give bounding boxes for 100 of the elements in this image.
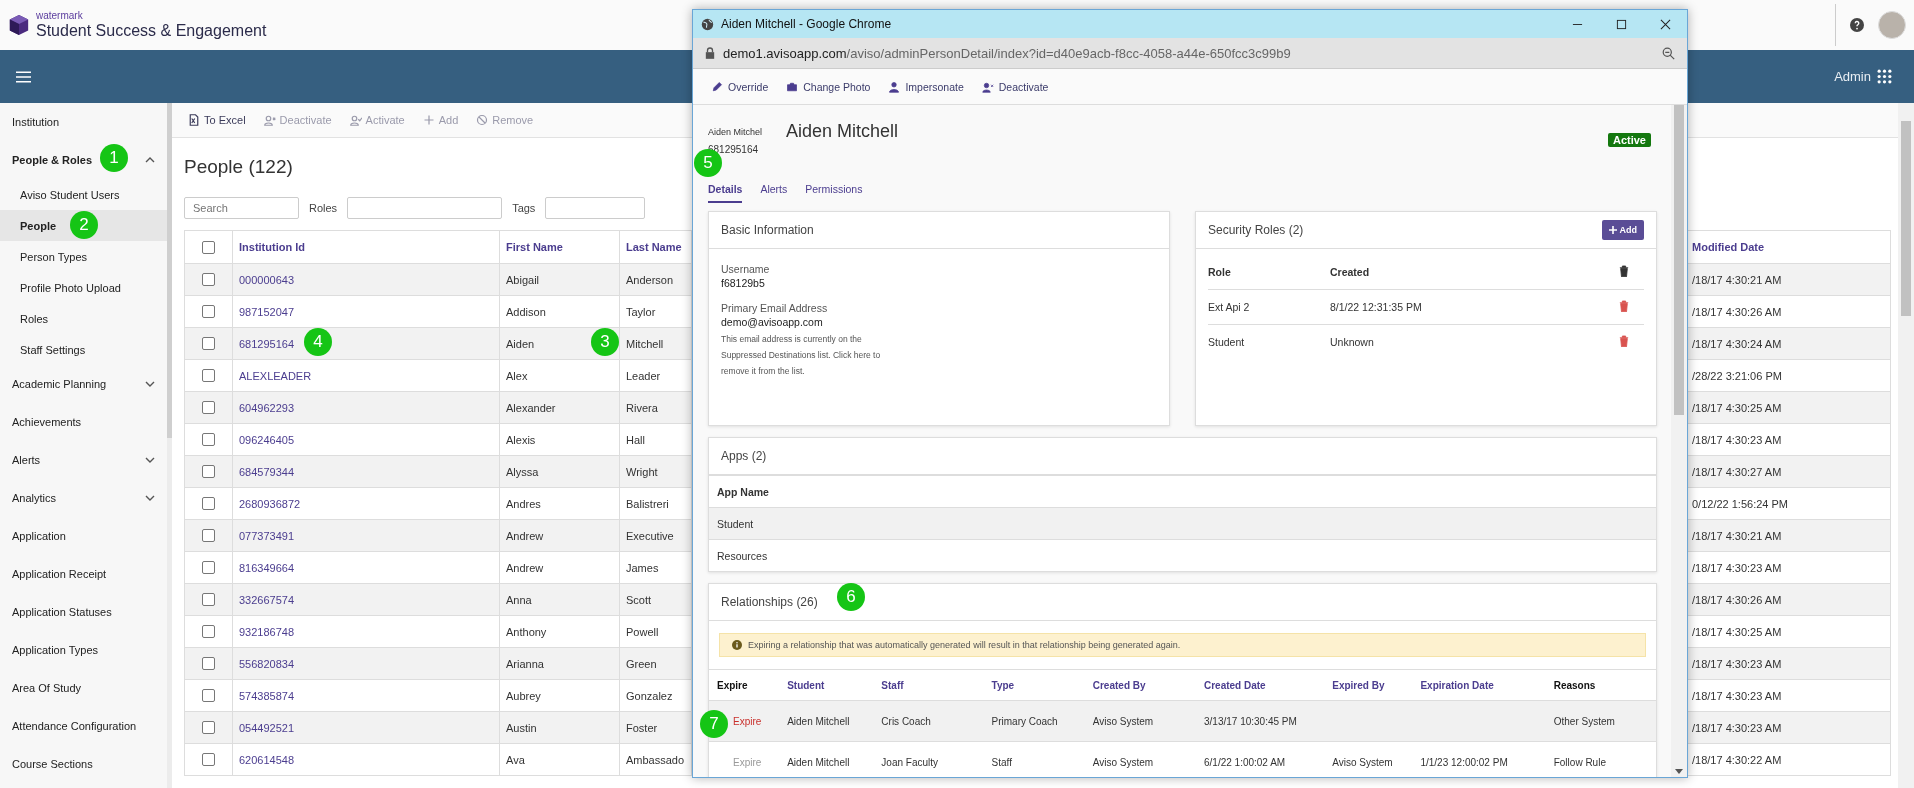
column-header[interactable]: Institution Id: [239, 241, 305, 253]
row-checkbox[interactable]: [202, 369, 215, 383]
institution-id-link[interactable]: 987152047: [239, 305, 295, 318]
help-icon[interactable]: [1850, 18, 1864, 32]
row-checkbox[interactable]: [202, 401, 215, 415]
institution-id-link[interactable]: 000000643: [239, 273, 295, 286]
institution-id-link[interactable]: 684579344: [239, 465, 295, 478]
action-button[interactable]: Impersonate: [888, 80, 964, 93]
apps-grid-icon[interactable]: [1877, 69, 1892, 84]
institution-id-link[interactable]: ALEXLEADER: [239, 369, 312, 382]
expire-link[interactable]: Expire: [733, 715, 762, 727]
sidebar-subitem[interactable]: Profile Photo Upload: [0, 272, 167, 303]
row-checkbox[interactable]: [202, 497, 215, 511]
table-cell: Hall: [626, 433, 645, 446]
institution-id-link[interactable]: 620614548: [239, 753, 295, 766]
scrollbar-thumb[interactable]: [167, 103, 172, 438]
action-button[interactable]: Deactivate: [981, 80, 1049, 93]
sidebar-item[interactable]: Area Of Study: [12, 682, 82, 694]
row-checkbox[interactable]: [202, 593, 215, 607]
action-button[interactable]: Override: [711, 80, 769, 93]
suppression-note: This email address is currently on the Suppressed Destinations list. Click here to remove it from the list.: [721, 333, 882, 378]
row-checkbox[interactable]: [202, 657, 215, 671]
sidebar-item[interactable]: Attendance Configuration: [12, 720, 137, 732]
row-checkbox[interactable]: [202, 305, 215, 319]
sidebar-item[interactable]: Course Sections: [12, 758, 93, 770]
institution-id-link[interactable]: 077373491: [239, 529, 295, 542]
institution-id-link[interactable]: 681295164: [239, 337, 295, 350]
column-header[interactable]: Student: [787, 679, 825, 691]
plus-icon: [1608, 226, 1617, 234]
user-remove-icon: [263, 114, 276, 126]
institution-id-link[interactable]: 574385874: [239, 689, 295, 702]
roles-field[interactable]: [347, 197, 503, 219]
scroll-down-arrow-icon[interactable]: [1675, 769, 1683, 774]
sidebar-subitem[interactable]: Staff Settings: [0, 334, 167, 365]
institution-id-link[interactable]: 2680936872: [239, 497, 301, 510]
row-checkbox[interactable]: [202, 625, 215, 639]
url-text[interactable]: demo1.avisoapp.com/aviso/adminPersonDetail/index?id=d40e9acb-f8cc-4058-a44e-650fcc3c99b9: [723, 45, 1291, 61]
sidebar-item[interactable]: People & Roles: [12, 154, 93, 166]
row-checkbox[interactable]: [202, 337, 215, 351]
tab[interactable]: Alerts: [760, 181, 788, 203]
close-icon: [1659, 18, 1671, 30]
institution-id-link[interactable]: 332667574: [239, 593, 295, 606]
column-header[interactable]: Created By: [1092, 679, 1146, 691]
institution-id-link[interactable]: 054492521: [239, 721, 295, 734]
sidebar-item[interactable]: Application Types: [12, 644, 99, 656]
row-checkbox[interactable]: [202, 465, 215, 479]
sidebar-item[interactable]: Alerts: [12, 454, 41, 466]
row-checkbox[interactable]: [202, 273, 215, 287]
sidebar-item[interactable]: Achievements: [12, 416, 82, 428]
sidebar-subitem[interactable]: Person Types: [0, 241, 167, 272]
trash-icon[interactable]: [1619, 265, 1629, 277]
table-cell: Addison: [506, 305, 546, 318]
action-button[interactable]: Change Photo: [786, 80, 871, 93]
sidebar-item[interactable]: Analytics: [12, 492, 57, 504]
column-header: Reasons: [1553, 679, 1596, 691]
sidebar-subitem[interactable]: Aviso Student Users: [0, 179, 167, 210]
sidebar-item[interactable]: Application Receipt: [12, 568, 107, 580]
column-header[interactable]: Created Date: [1204, 679, 1266, 691]
sidebar-item[interactable]: Application Statuses: [12, 606, 112, 618]
search-field[interactable]: Search: [184, 197, 299, 219]
table-cell: Aviso System: [1092, 715, 1154, 727]
institution-id-link[interactable]: 604962293: [239, 401, 295, 414]
row-checkbox[interactable]: [202, 689, 215, 703]
sidebar-item[interactable]: Institution: [12, 116, 60, 128]
row-checkbox[interactable]: [202, 753, 215, 767]
tab[interactable]: Permissions: [805, 181, 863, 203]
sidebar-item[interactable]: Application: [12, 530, 66, 542]
column-header[interactable]: Staff: [881, 679, 904, 691]
institution-id-link[interactable]: 096246405: [239, 433, 295, 446]
column-header[interactable]: Expiration Date: [1420, 679, 1494, 691]
column-header[interactable]: Modified Date: [1692, 241, 1765, 253]
table-cell: /18/17 4:30:23 AM: [1692, 689, 1782, 702]
column-header[interactable]: Type: [991, 679, 1015, 691]
row-checkbox[interactable]: [202, 433, 215, 447]
row-checkbox[interactable]: [202, 721, 215, 735]
zoom-out-icon[interactable]: [1662, 46, 1675, 60]
user-menu-button[interactable]: Admin: [1834, 69, 1871, 84]
table-cell: Andrew: [506, 561, 544, 574]
chevron-icon[interactable]: [145, 381, 155, 387]
column-header[interactable]: Expired By: [1332, 679, 1385, 691]
institution-id-link[interactable]: 932186748: [239, 625, 295, 638]
tags-field[interactable]: [545, 197, 646, 219]
add-role-button[interactable]: Add: [1601, 220, 1644, 240]
toolbar-button[interactable]: To Excel: [188, 114, 246, 126]
chevron-icon[interactable]: [145, 495, 155, 501]
sidebar-item[interactable]: Academic Planning: [12, 378, 107, 390]
scrollbar-thumb[interactable]: [1674, 105, 1684, 415]
chevron-icon[interactable]: [145, 457, 155, 463]
sidebar-subitem[interactable]: Roles: [0, 303, 167, 334]
column-header[interactable]: First Name: [506, 241, 563, 253]
tab[interactable]: Details: [708, 181, 743, 203]
row-checkbox[interactable]: [202, 529, 215, 543]
chevron-icon[interactable]: [145, 157, 155, 163]
user-check-icon: [349, 114, 362, 126]
scrollbar-thumb[interactable]: [1901, 121, 1911, 316]
row-checkbox[interactable]: [202, 561, 215, 575]
filter-label: Roles: [309, 202, 338, 214]
select-all-checkbox[interactable]: [202, 240, 215, 254]
institution-id-link[interactable]: 816349664: [239, 561, 295, 574]
institution-id-link[interactable]: 556820834: [239, 657, 295, 670]
